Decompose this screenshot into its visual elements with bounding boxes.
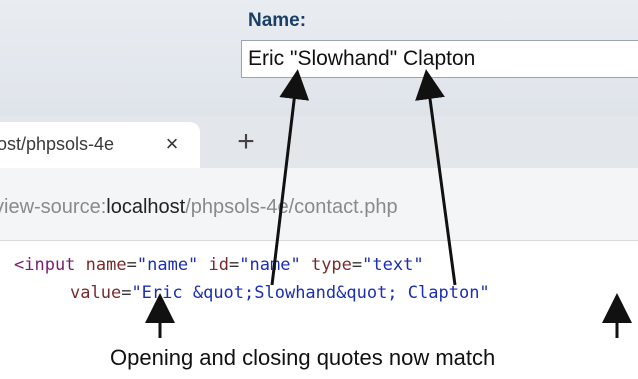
attr-type: type	[310, 255, 352, 275]
attr-type-value: "text"	[362, 255, 424, 275]
equals-sign: =	[229, 255, 240, 275]
attr-name-value: "name"	[136, 255, 199, 275]
url-text: view-source:localhost/phpsols-4e/contact…	[0, 196, 398, 219]
url-host: localhost	[106, 196, 186, 218]
equals-sign: =	[351, 255, 363, 275]
tag-open: <input	[14, 255, 76, 275]
form-area: Name:	[0, 0, 638, 116]
attr-name: name	[85, 255, 127, 275]
source-line-1: <input name="name" id="name" type="text"	[14, 255, 424, 275]
tab-contact[interactable]: ost/phpsols-4e ×	[0, 122, 200, 168]
url-prefix: view-source:	[0, 196, 107, 218]
attr-id-value: "name"	[239, 255, 301, 275]
source-line-2: value="Eric &quot;Slowhand&quot; Clapton…	[70, 283, 490, 303]
close-icon[interactable]: ×	[160, 130, 184, 158]
tab-title-fade	[120, 130, 158, 160]
url-path: /phpsols-4e/contact.php	[185, 196, 398, 218]
tab-strip: ost/phpsols-4e × +	[0, 116, 638, 168]
attr-value: value	[70, 283, 122, 303]
attr-id: id	[208, 255, 230, 275]
equals-sign: =	[121, 283, 132, 303]
new-tab-icon[interactable]: +	[231, 126, 261, 158]
name-label: Name:	[248, 10, 307, 31]
name-input[interactable]	[241, 40, 638, 78]
equals-sign: =	[126, 255, 137, 275]
caption: Opening and closing quotes now match	[110, 345, 496, 370]
address-bar[interactable]: view-source:localhost/phpsols-4e/contact…	[0, 168, 638, 241]
source-view: <input name="name" id="name" type="text"…	[0, 241, 638, 303]
tab-title: ost/phpsols-4e	[0, 134, 115, 154]
attr-value-value: "Eric &quot;Slowhand&quot; Clapton"	[131, 283, 490, 303]
